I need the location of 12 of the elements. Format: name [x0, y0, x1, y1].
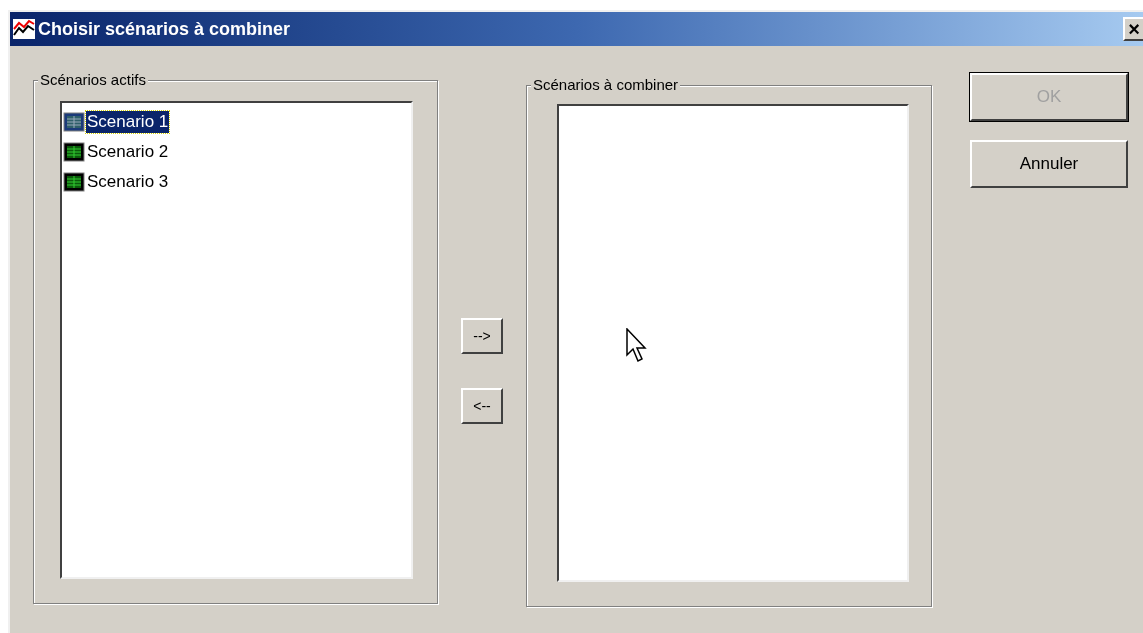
- move-button[interactable]: <--: [461, 388, 503, 424]
- item-label: Scenario 1: [86, 111, 170, 133]
- list-item[interactable]: Scenario 1: [63, 107, 411, 137]
- close-button[interactable]: ×: [1123, 17, 1143, 41]
- window-title: Choisir scénarios à combiner: [38, 17, 291, 41]
- item-label: Scenario 2: [86, 141, 170, 163]
- list-item[interactable]: Scenario 2: [63, 137, 411, 167]
- item-label: Scenario 3: [86, 171, 170, 193]
- list-item[interactable]: Scenario 3: [63, 167, 411, 197]
- cursor-icon: [626, 328, 648, 364]
- dialog-button[interactable]: Annuler: [970, 140, 1128, 188]
- move-button[interactable]: -->: [461, 318, 503, 354]
